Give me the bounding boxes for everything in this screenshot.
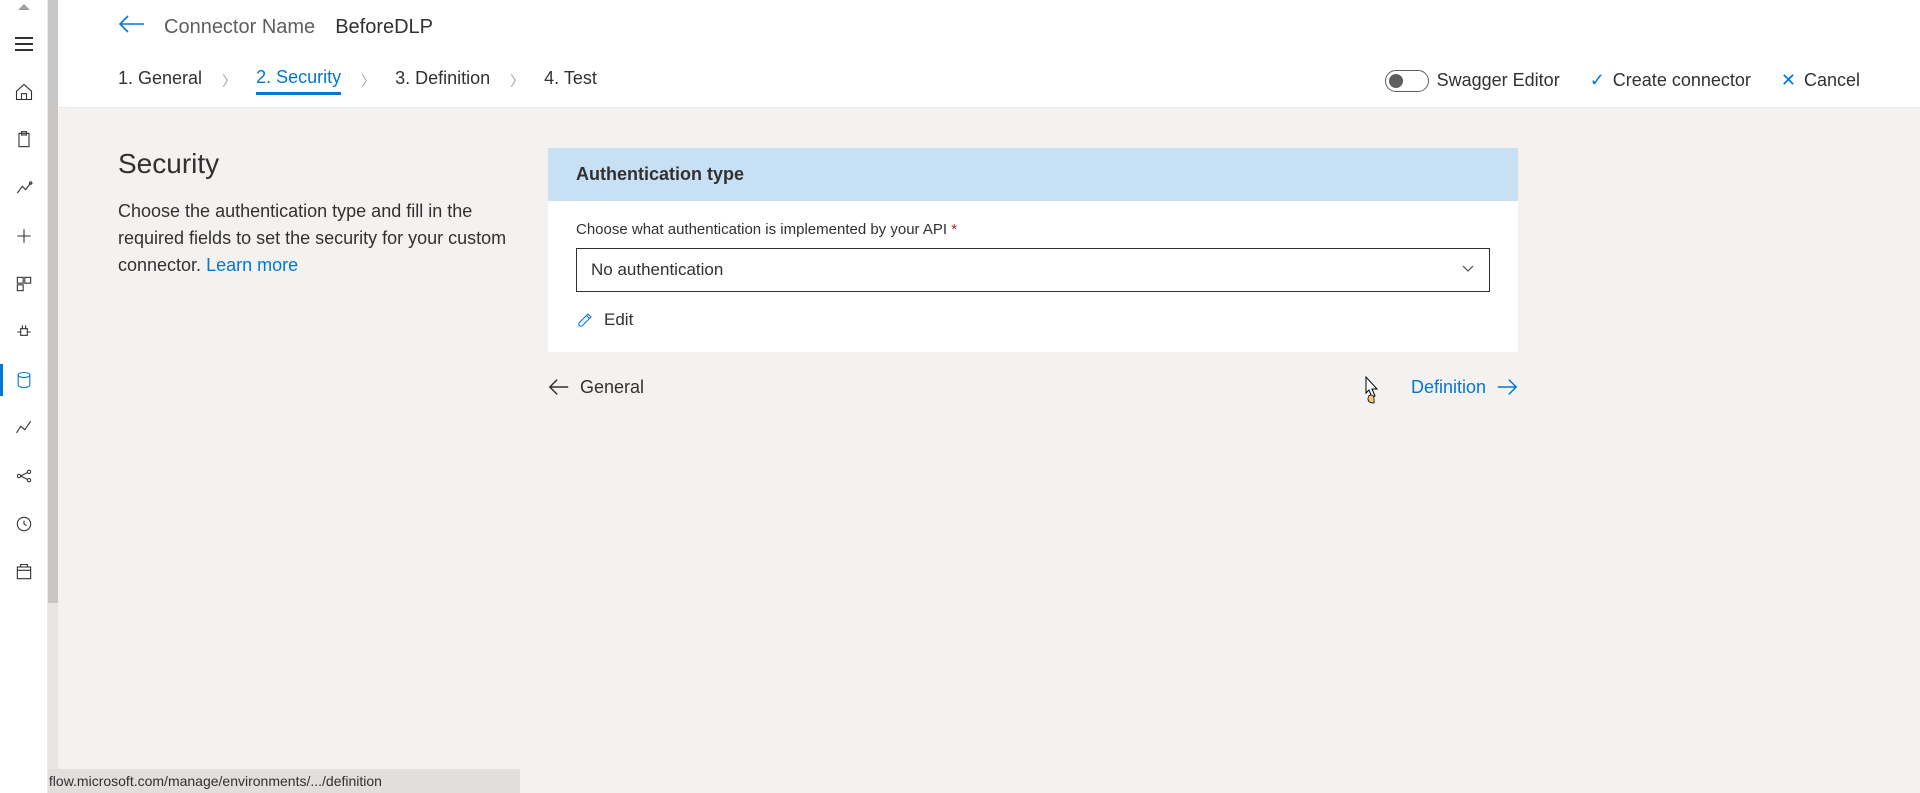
auth-field-label: Choose what authentication is implemente… [576,221,1490,238]
my-flows-icon[interactable] [0,164,48,212]
next-step-button[interactable]: Definition [1411,376,1518,398]
data-icon[interactable] [0,356,48,404]
header-row: Connector Name BeforeDLP [58,0,1920,54]
chevron-down-icon [1461,260,1475,280]
close-icon: ✕ [1781,70,1796,91]
home-icon[interactable] [0,68,48,116]
tab-definition[interactable]: 3. Definition [395,68,490,93]
edit-button[interactable]: Edit [576,310,1490,330]
page-title: Security [118,148,508,180]
tab-test[interactable]: 4. Test [544,68,597,93]
tab-general[interactable]: 1. General [118,68,202,93]
scrollbar-thumb[interactable] [48,0,58,603]
authentication-card-header: Authentication type [548,148,1518,201]
chevron-right-icon: 〉 [222,71,236,91]
authentication-card: Authentication type Choose what authenti… [548,148,1518,352]
process-advisor-icon[interactable] [0,500,48,548]
left-rail [0,0,48,793]
page-description: Choose the authentication type and fill … [118,201,506,275]
toggle-off-icon[interactable] [1385,70,1429,92]
prev-step-label: General [580,377,644,398]
status-bar: emea.flow.microsoft.com/manage/environme… [0,769,520,793]
monitor-icon[interactable] [0,404,48,452]
arrow-right-icon [1496,376,1518,398]
connector-name-label: Connector Name [164,16,315,39]
solutions-icon[interactable] [0,548,48,596]
authentication-type-select[interactable]: No authentication [576,248,1490,292]
ai-builder-icon[interactable] [0,452,48,500]
learn-more-link[interactable]: Learn more [206,255,298,275]
create-connector-button[interactable]: ✓ Create connector [1590,70,1751,91]
security-description-pane: Security Choose the authentication type … [118,148,508,398]
edit-icon [576,311,594,329]
create-icon[interactable] [0,212,48,260]
tab-security[interactable]: 2. Security [256,67,341,95]
cancel-button[interactable]: ✕ Cancel [1781,70,1860,91]
scrollbar-track[interactable] [48,0,58,793]
cancel-label: Cancel [1804,70,1860,91]
prev-step-button[interactable]: General [548,376,644,398]
next-step-label: Definition [1411,377,1486,398]
wizard-tabs-row: 1. General 〉 2. Security 〉 3. Definition… [58,54,1920,108]
required-indicator: * [951,221,957,238]
swagger-editor-label: Swagger Editor [1437,70,1560,91]
connectors-icon[interactable] [0,308,48,356]
chevron-right-icon: 〉 [361,71,375,91]
arrow-left-icon [548,376,570,398]
create-connector-label: Create connector [1613,70,1751,91]
connector-name-value: BeforeDLP [335,16,433,39]
select-value: No authentication [591,260,723,280]
templates-icon[interactable] [0,260,48,308]
back-arrow-icon[interactable] [118,14,144,40]
menu-icon[interactable] [0,20,48,68]
pointer-cursor-icon [1358,375,1384,408]
status-url: emea.flow.microsoft.com/manage/environme… [10,773,382,789]
edit-label: Edit [604,310,633,330]
action-items-icon[interactable] [0,116,48,164]
checkmark-icon: ✓ [1590,70,1605,91]
chevron-right-icon: 〉 [510,71,524,91]
swagger-editor-toggle[interactable]: Swagger Editor [1385,70,1560,92]
scroll-up-hint [18,4,30,10]
